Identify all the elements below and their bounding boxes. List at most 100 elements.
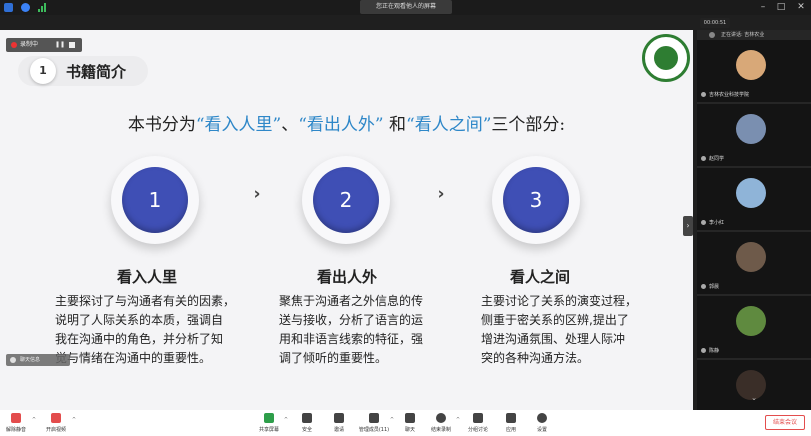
participant-avatar: [736, 242, 766, 272]
signal-icon[interactable]: [38, 3, 47, 12]
intro-part3: “看人之间”: [406, 115, 492, 135]
intro-part2: “看出人外”: [298, 115, 384, 135]
stop-recording-button[interactable]: 结束录制: [427, 410, 455, 436]
close-button[interactable]: ✕: [793, 0, 809, 14]
active-speaker-label: 正在讲话: 吉林农业: [721, 32, 765, 38]
intro-part1: “看入人里”: [195, 115, 282, 135]
step-1-description: 主要探讨了与沟通者有关的因素， 说明了人际关系的本质，强调自 我在沟通中的角色，…: [55, 292, 251, 368]
unmute-button[interactable]: 解除静音: [2, 410, 30, 436]
avatar-icon: [10, 357, 16, 363]
manage-members-label: 管理成员(11): [358, 427, 390, 433]
step-2-line: 用和非语言线索的特征，强: [279, 332, 424, 346]
chat-icon: [405, 413, 415, 423]
security-button[interactable]: 安全: [293, 410, 321, 436]
step-1-circle: 1: [111, 156, 199, 244]
arrow-right-icon: ›: [253, 184, 261, 204]
mic-muted-icon: [701, 220, 706, 225]
apps-button[interactable]: 应用: [497, 410, 525, 436]
invite-button[interactable]: 邀请: [325, 410, 353, 436]
start-video-label: 开启视频: [45, 427, 66, 433]
step-3-line: 侧重于密关系的区辨,提出了: [481, 313, 629, 327]
top-bar: 您正在观看他人的屏幕 – □ ✕: [0, 0, 811, 15]
shield-icon[interactable]: [4, 3, 13, 12]
gear-icon: [537, 413, 547, 423]
unmute-label: 解除静音: [5, 427, 26, 433]
step-2-description: 聚焦于沟通者之外信息的传 送与接收，分析了语言的运 用和非语言线索的特征，强 调…: [279, 292, 475, 368]
settings-label: 设置: [536, 427, 547, 433]
step-3-title: 看人之间: [509, 268, 570, 286]
participant-tile[interactable]: 赵同学: [697, 104, 811, 166]
step-1-number: 1: [122, 167, 188, 233]
recording-label: 录制中: [20, 41, 39, 48]
participant-avatar: [736, 114, 766, 144]
intro-suffix: 三个部分:: [491, 115, 566, 135]
stop-recording-label: 结束录制: [430, 427, 451, 433]
share-screen-button[interactable]: 共享屏幕: [255, 410, 283, 436]
minimize-button[interactable]: –: [755, 0, 771, 14]
step-3-circle: 3: [492, 156, 580, 244]
share-screen-label: 共享屏幕: [258, 427, 279, 433]
step-2-line: 送与接收，分析了语言的运: [279, 313, 424, 327]
intro-sep: 、: [281, 115, 299, 135]
members-options-chevron-icon[interactable]: ^: [389, 416, 395, 424]
share-status-title[interactable]: 您正在观看他人的屏幕: [360, 0, 452, 14]
start-video-button[interactable]: 开启视频: [42, 410, 70, 436]
participant-tile[interactable]: 吉林农业科技学院: [697, 40, 811, 102]
share-options-chevron-icon[interactable]: ^: [283, 416, 289, 424]
microphone-icon: [11, 413, 21, 423]
university-logo: [642, 34, 690, 82]
step-3-line: 主要讨论了关系的演变过程，: [481, 294, 638, 308]
manage-members-button[interactable]: 管理成员(11): [359, 410, 389, 436]
invite-label: 邀请: [333, 427, 344, 433]
step-3-line: 突的各种沟通方法。: [481, 351, 590, 365]
participant-tile[interactable]: 陈静: [697, 296, 811, 358]
shared-slide: 录制中 ❚❚ 1 书籍简介 本书分为“看入人里”、“看出人外” 和“看人之间”三…: [0, 30, 693, 410]
step-3-line: 增进沟通氛围、处理人际冲: [481, 332, 626, 346]
step-1-line: 觉与情绪在沟通中的重要性。: [55, 351, 212, 365]
camera-icon: [51, 413, 61, 423]
maximize-button[interactable]: □: [773, 0, 789, 14]
step-1-line: 说明了人际关系的本质，强调自: [55, 313, 224, 327]
participant-name: 吉林农业科技学院: [701, 91, 749, 99]
participant-tile[interactable]: 郭晨: [697, 232, 811, 294]
step-3-description: 主要讨论了关系的演变过程， 侧重于密关系的区辨,提出了 增进沟通氛围、处理人际冲…: [481, 292, 677, 368]
participant-avatar: [736, 178, 766, 208]
stop-recording-button[interactable]: [69, 42, 75, 48]
participant-name: 郭晨: [701, 283, 719, 291]
participant-tile[interactable]: 李小红: [697, 168, 811, 230]
step-1-line: 主要探讨了与沟通者有关的因素，: [55, 294, 236, 308]
pause-recording-button[interactable]: ❚❚: [55, 41, 65, 49]
mic-muted-icon: [701, 92, 706, 97]
mic-muted-icon: [701, 156, 706, 161]
mic-muted-icon: [701, 284, 706, 289]
step-2-line: 聚焦于沟通者之外信息的传: [279, 294, 424, 308]
step-2-line: 调了倾听的重要性。: [279, 351, 388, 365]
audio-options-chevron-icon[interactable]: ^: [31, 416, 37, 424]
share-screen-icon: [264, 413, 274, 423]
chat-button[interactable]: 聊天: [396, 410, 424, 436]
members-icon: [369, 413, 379, 423]
group-icon: [473, 413, 483, 423]
chat-notification-text: 聊天信息: [20, 357, 41, 363]
breakout-rooms-button[interactable]: 分组讨论: [464, 410, 492, 436]
collapse-panel-button[interactable]: ›: [683, 216, 693, 236]
record-dot-icon: [11, 42, 17, 48]
participant-panel: 正在讲话: 吉林农业 吉林农业科技学院 赵同学 李小红 郭晨 陈静: [697, 30, 811, 410]
participant-name: 赵同学: [701, 155, 724, 163]
step-2-number: 2: [313, 167, 379, 233]
end-meeting-button[interactable]: 结束会议: [765, 415, 805, 430]
info-icon[interactable]: [21, 3, 30, 12]
meeting-toolbar: 解除静音 ^ 开启视频 ^ 共享屏幕 ^ 安全 邀请 管理成员(11) ^ 聊天…: [0, 410, 811, 436]
step-2-title: 看出人外: [316, 268, 377, 286]
invite-icon: [334, 413, 344, 423]
record-options-chevron-icon[interactable]: ^: [455, 416, 461, 424]
video-options-chevron-icon[interactable]: ^: [71, 416, 77, 424]
shield-icon: [302, 413, 312, 423]
mic-muted-icon: [701, 348, 706, 353]
arrow-right-icon: ›: [437, 184, 445, 204]
speaker-icon: [709, 32, 715, 38]
settings-button[interactable]: 设置: [528, 410, 556, 436]
scroll-down-chevron-icon[interactable]: ⌄: [747, 393, 761, 403]
chat-notification[interactable]: 聊天信息: [6, 354, 70, 366]
active-speaker-header: 正在讲话: 吉林农业: [697, 30, 811, 40]
